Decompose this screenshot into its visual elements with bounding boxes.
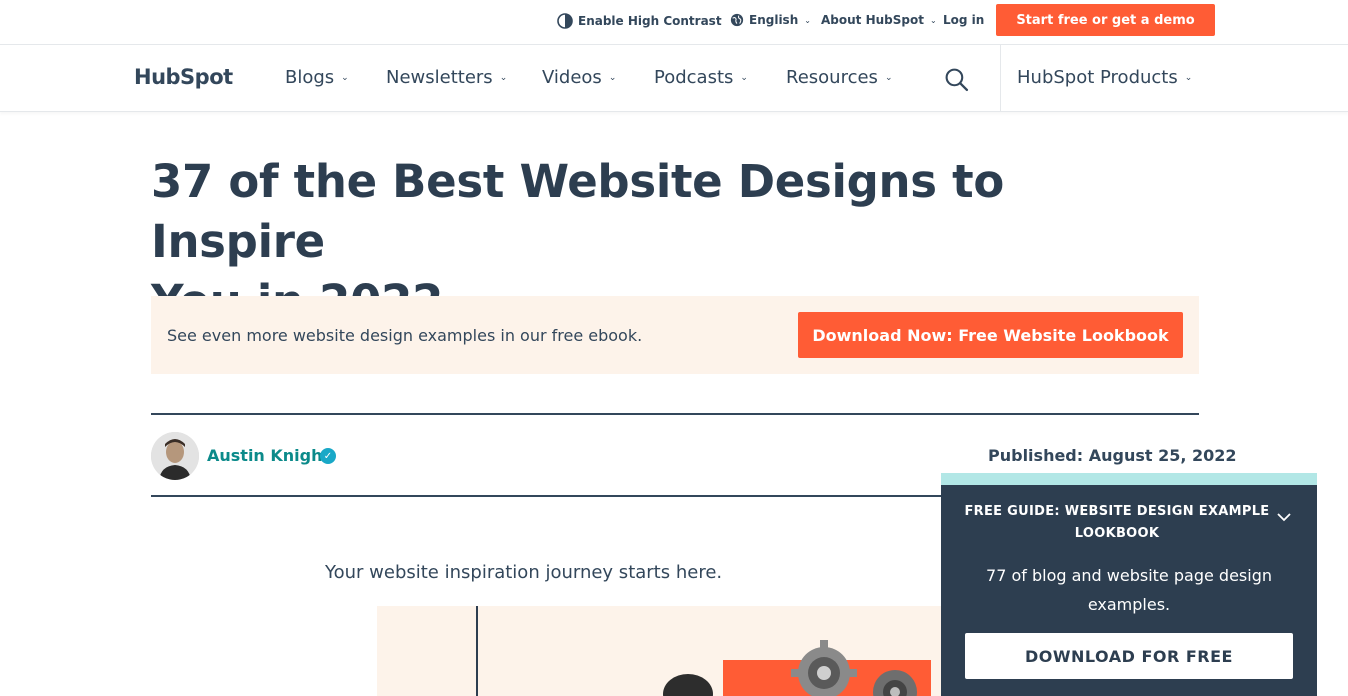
chevron-down-icon: ⌄ [1184,72,1193,83]
high-contrast-toggle[interactable]: Enable High Contrast [557,13,722,29]
collapse-chevron-icon[interactable] [1277,511,1291,526]
title-line-1: 37 of the Best Website Designs to Inspir… [151,155,1004,268]
search-icon[interactable] [944,67,969,92]
main-nav: HubSpot Blogs ⌄ Newsletters ⌄ Videos ⌄ P… [0,44,1348,112]
hero-line [476,606,478,696]
guide-description: 77 of blog and website page design examp… [986,566,1272,614]
nav-item-newsletters[interactable]: Newsletters ⌄ [386,67,507,88]
download-for-free-button[interactable]: DOWNLOAD FOR FREE [965,633,1293,679]
nav-item-label: Resources [786,67,878,88]
about-label: About HubSpot [821,13,924,27]
nav-item-podcasts[interactable]: Podcasts ⌄ [654,67,748,88]
contrast-icon [557,13,573,29]
logo-text: HubSpot [134,65,233,89]
verified-icon: ✓ [320,448,336,464]
about-hubspot-menu[interactable]: About HubSpot ⌄ [821,13,937,27]
author-avatar[interactable] [151,432,199,480]
nav-item-label: Newsletters [386,67,493,88]
hubspot-logo[interactable]: HubSpot [134,65,233,89]
nav-item-label: Blogs [285,67,335,88]
guide-title: FREE GUIDE: WEBSITE DESIGN EXAMPLE LOOKB… [964,504,1270,541]
gear-icon [873,670,917,696]
high-contrast-label: Enable High Contrast [578,14,722,28]
chevron-down-icon: ⌄ [804,15,811,25]
nav-item-label: Podcasts [654,67,734,88]
chevron-down-icon: ⌄ [740,72,748,83]
article-intro: Your website inspiration journey starts … [325,562,723,583]
download-lookbook-button[interactable]: Download Now: Free Website Lookbook [798,312,1183,358]
gear-icon [791,640,857,696]
start-free-button[interactable]: Start free or get a demo [996,4,1215,36]
hero-person [663,674,713,696]
free-guide-slide-in: FREE GUIDE: WEBSITE DESIGN EXAMPLE LOOKB… [941,473,1317,696]
published-date: Published: August 25, 2022 [988,446,1237,465]
nav-item-resources[interactable]: Resources ⌄ [786,67,892,88]
language-selector[interactable]: English ⌄ [730,13,811,27]
nav-item-label: Videos [542,67,602,88]
nav-item-blogs[interactable]: Blogs ⌄ [285,67,349,88]
guide-top-bar [941,473,1317,485]
globe-icon [730,13,744,27]
promo-text: See even more website design examples in… [167,326,643,345]
chevron-down-icon: ⌄ [608,72,617,83]
nav-item-hubspot-products[interactable]: HubSpot Products ⌄ [1017,67,1192,88]
chevron-down-icon: ⌄ [341,72,349,83]
utility-bar: Enable High Contrast English ⌄ About Hub… [0,0,1348,44]
promo-banner: See even more website design examples in… [151,296,1199,374]
hero-image [377,606,977,696]
divider-top [151,413,1199,415]
avatar-image [151,432,199,480]
nav-item-videos[interactable]: Videos ⌄ [542,67,616,88]
login-label: Log in [943,13,985,27]
login-link[interactable]: Log in [943,13,984,27]
chevron-down-icon: ⌄ [884,72,893,83]
nav-divider [1000,45,1001,112]
chevron-down-icon: ⌄ [499,72,508,83]
language-label: English [749,13,799,27]
nav-item-label: HubSpot Products [1017,67,1178,88]
chevron-down-icon: ⌄ [929,15,937,25]
author-name[interactable]: Austin Knight [207,446,330,465]
